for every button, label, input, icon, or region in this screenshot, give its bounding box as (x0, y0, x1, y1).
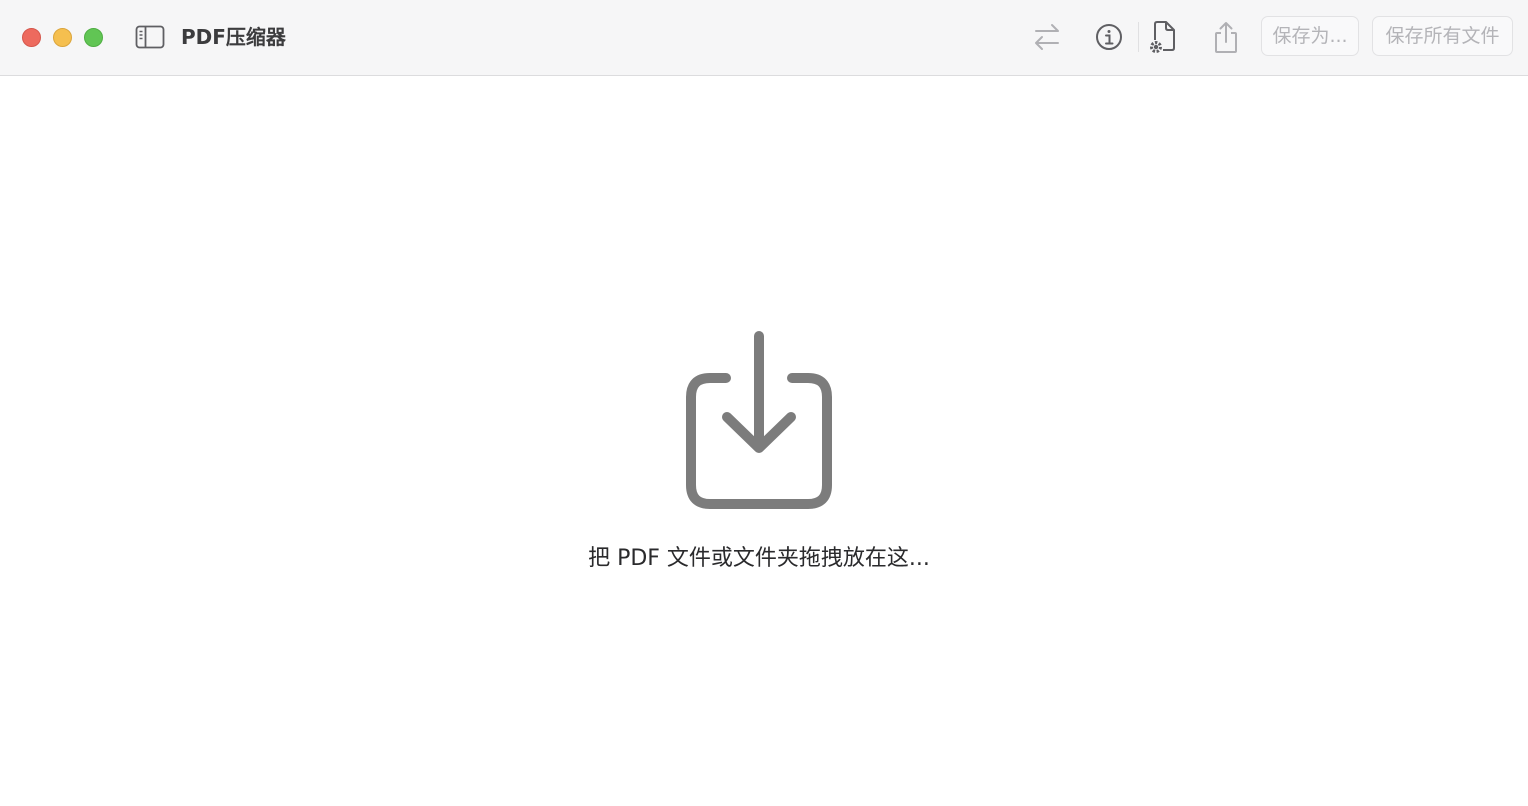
drop-hint-text: 把 PDF 文件或文件夹拖拽放在这... (588, 546, 930, 571)
app-title: PDF压缩器 (181, 25, 286, 49)
swap-button[interactable] (1028, 18, 1066, 56)
title-bar: PDF压缩器 保存为... 保存所有文件 (0, 0, 1528, 76)
app-window: PDF压缩器 保存为... 保存所有文件 把 PDF 文件或文件夹拖拽放在这..… (0, 0, 1528, 806)
drop-zone[interactable]: 把 PDF 文件或文件夹拖拽放在这... (0, 77, 1528, 806)
zoom-button[interactable] (84, 28, 103, 47)
info-icon (1096, 24, 1122, 50)
swap-arrows-icon (1035, 24, 1059, 50)
share-button[interactable] (1208, 18, 1244, 56)
sidebar-toggle-icon (135, 25, 165, 49)
toolbar-divider (1138, 22, 1139, 52)
close-button[interactable] (22, 28, 41, 47)
info-button[interactable] (1092, 18, 1126, 56)
tray-download-icon (686, 331, 832, 509)
share-icon (1215, 22, 1237, 53)
document-settings-icon (1150, 21, 1175, 53)
save-as-button[interactable]: 保存为... (1261, 16, 1359, 56)
document-settings-button[interactable] (1146, 18, 1180, 56)
minimize-button[interactable] (53, 28, 72, 47)
save-all-button[interactable]: 保存所有文件 (1372, 16, 1513, 56)
sidebar-toggle-button[interactable] (134, 24, 166, 50)
